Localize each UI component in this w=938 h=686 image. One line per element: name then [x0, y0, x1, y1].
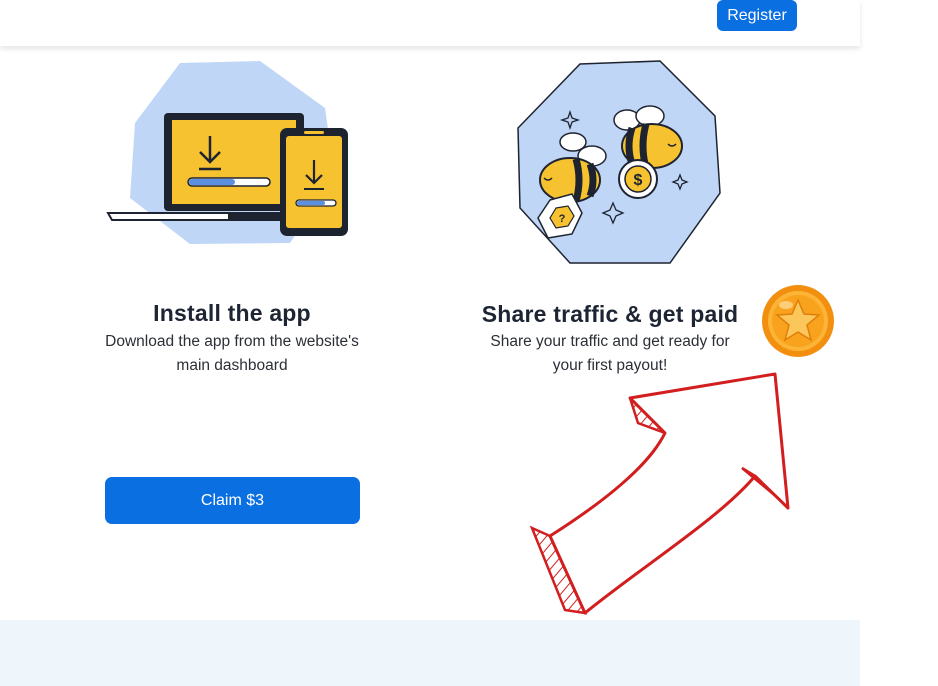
install-app-description-line-1: Download the app from the website's [105, 333, 359, 350]
laptop-phone-download-icon [106, 61, 348, 244]
claim-button[interactable]: Claim $3 [105, 477, 360, 524]
page-margin [860, 0, 938, 686]
red-hand-drawn-arrow-icon [529, 372, 790, 615]
top-navigation-bar: Register [0, 0, 860, 46]
register-button[interactable]: Register [717, 0, 797, 31]
svg-text:$: $ [634, 172, 643, 189]
share-traffic-title: Share traffic & get paid [481, 301, 739, 327]
install-app-description-line-2: main dashboard [176, 357, 288, 374]
share-traffic-description-line-1: Share your traffic and get ready for [490, 333, 730, 350]
gold-star-coin-icon [762, 285, 834, 357]
svg-text:?: ? [559, 213, 566, 225]
bees-dollar-coin-icon: $ ? [517, 60, 721, 264]
install-app-description: Download the app from the website's main… [62, 330, 402, 378]
install-app-title: Install the app [153, 300, 311, 326]
bottom-section-band [0, 620, 860, 686]
